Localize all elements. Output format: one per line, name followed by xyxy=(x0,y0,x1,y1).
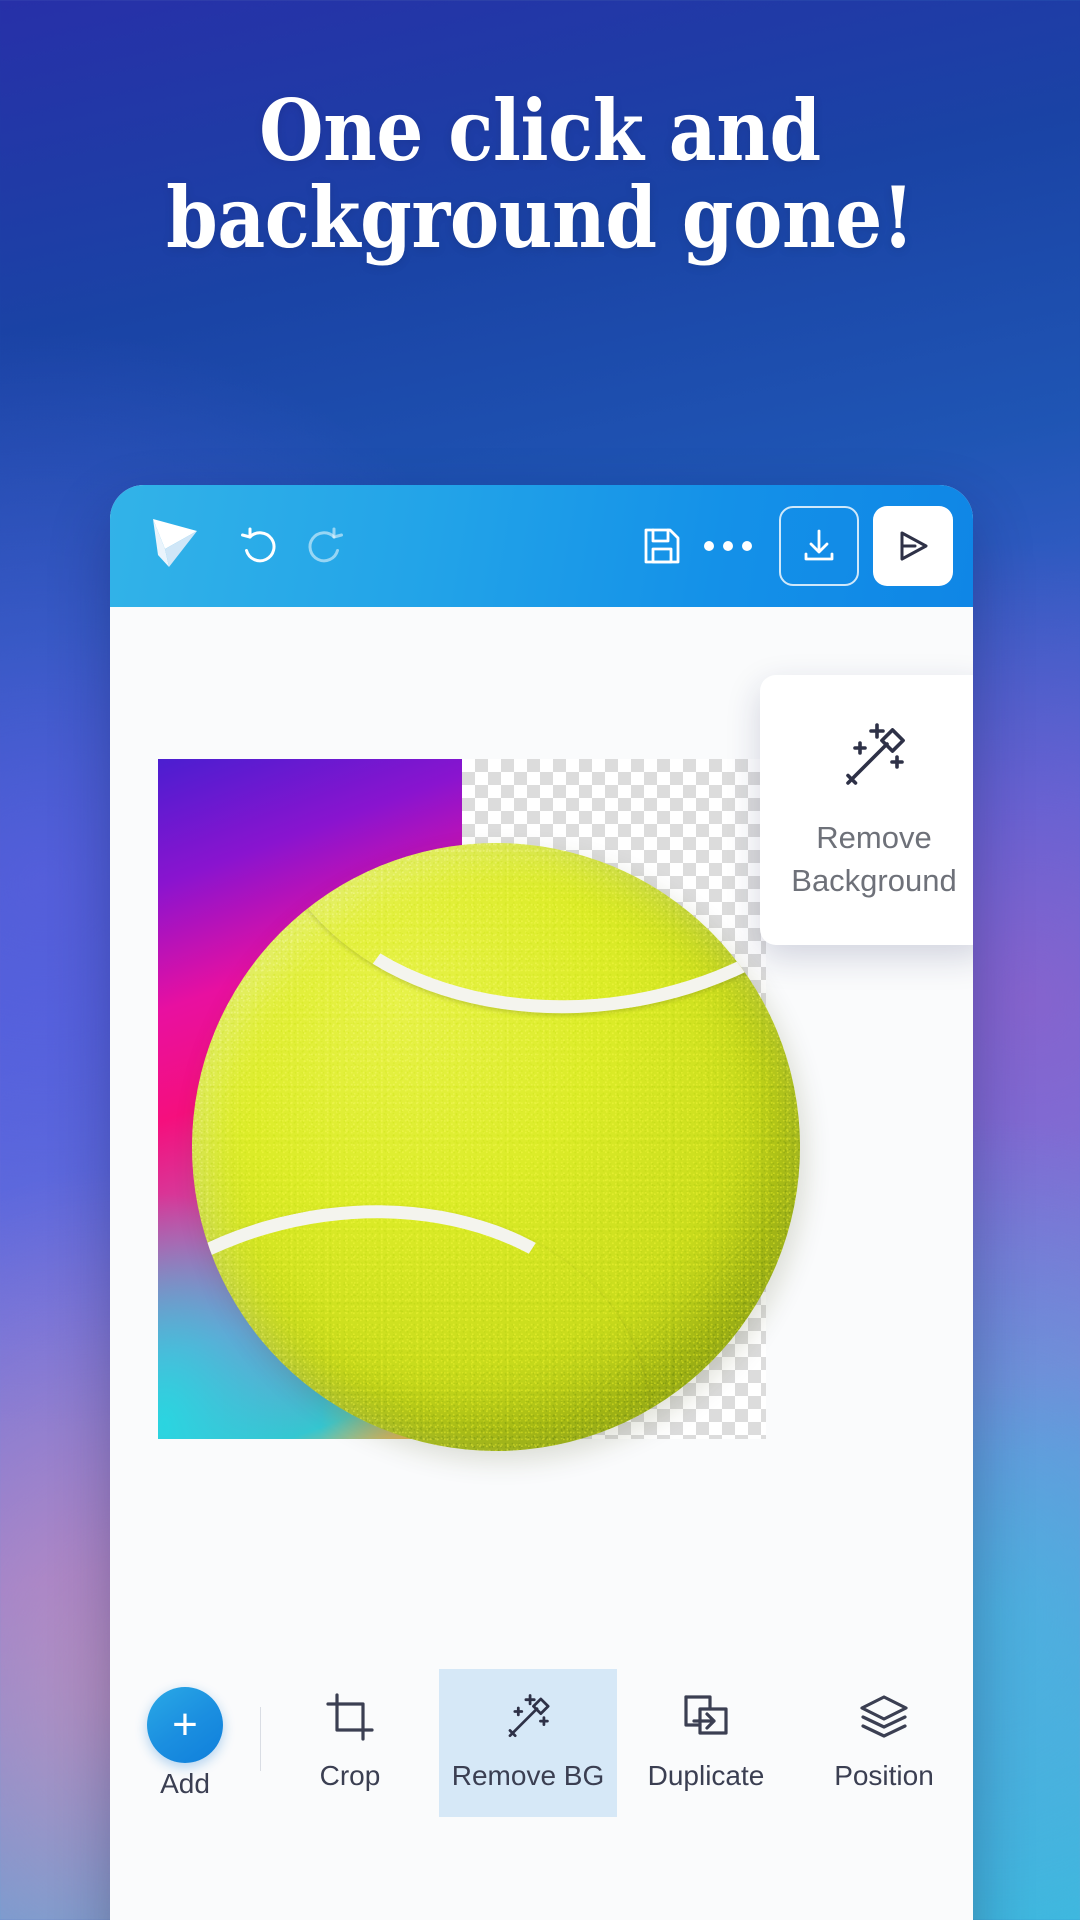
tool-position-label: Position xyxy=(834,1760,934,1791)
download-button[interactable] xyxy=(779,506,859,586)
app-bottom-toolbar: + Add Crop Remove BG Duplicate Position xyxy=(110,1669,973,1817)
tool-position[interactable]: Position xyxy=(795,1669,973,1817)
three-dots-icon[interactable] xyxy=(695,541,761,551)
send-triangle-icon xyxy=(893,526,933,566)
magic-wand-sparkles-icon xyxy=(835,717,913,795)
tool-duplicate-label: Duplicate xyxy=(647,1760,765,1791)
headline-line-1: One click and xyxy=(259,81,821,180)
paper-plane-logo-icon[interactable] xyxy=(138,511,212,581)
redo-arrow-icon[interactable] xyxy=(292,513,358,579)
tennis-ball-photo[interactable] xyxy=(192,843,800,1451)
duplicate-squares-icon xyxy=(680,1690,732,1744)
remove-background-tooltip-card[interactable]: Remove Background xyxy=(760,675,973,945)
plus-icon: + xyxy=(147,1686,223,1763)
tool-duplicate[interactable]: Duplicate xyxy=(617,1669,795,1817)
page-headline: One click and background gone! xyxy=(0,81,1080,267)
floppy-disk-icon[interactable] xyxy=(629,513,695,579)
tool-crop[interactable]: Crop xyxy=(261,1669,439,1817)
magic-wand-sparkles-icon xyxy=(501,1690,555,1744)
editor-canvas[interactable]: Remove Background + Add Crop Remove BG D… xyxy=(110,607,973,1817)
tooltip-line-2: Background xyxy=(791,863,957,898)
app-top-toolbar xyxy=(110,485,973,607)
tool-remove-bg-label: Remove BG xyxy=(451,1760,605,1791)
tooltip-line-1: Remove xyxy=(816,820,932,856)
tool-list: Crop Remove BG Duplicate Position xyxy=(261,1669,973,1817)
tool-crop-label: Crop xyxy=(319,1760,381,1791)
undo-arrow-icon[interactable] xyxy=(226,513,292,579)
layers-stack-icon xyxy=(857,1690,911,1744)
add-button[interactable]: + Add xyxy=(110,1669,260,1817)
headline-line-2: background gone! xyxy=(166,167,914,267)
download-tray-icon xyxy=(799,526,839,566)
phone-mockup: Remove Background + Add Crop Remove BG D… xyxy=(110,485,973,1920)
send-button[interactable] xyxy=(873,506,953,586)
tool-remove-bg[interactable]: Remove BG xyxy=(439,1669,617,1817)
crop-icon xyxy=(324,1690,376,1744)
add-button-label: Add xyxy=(160,1767,210,1799)
